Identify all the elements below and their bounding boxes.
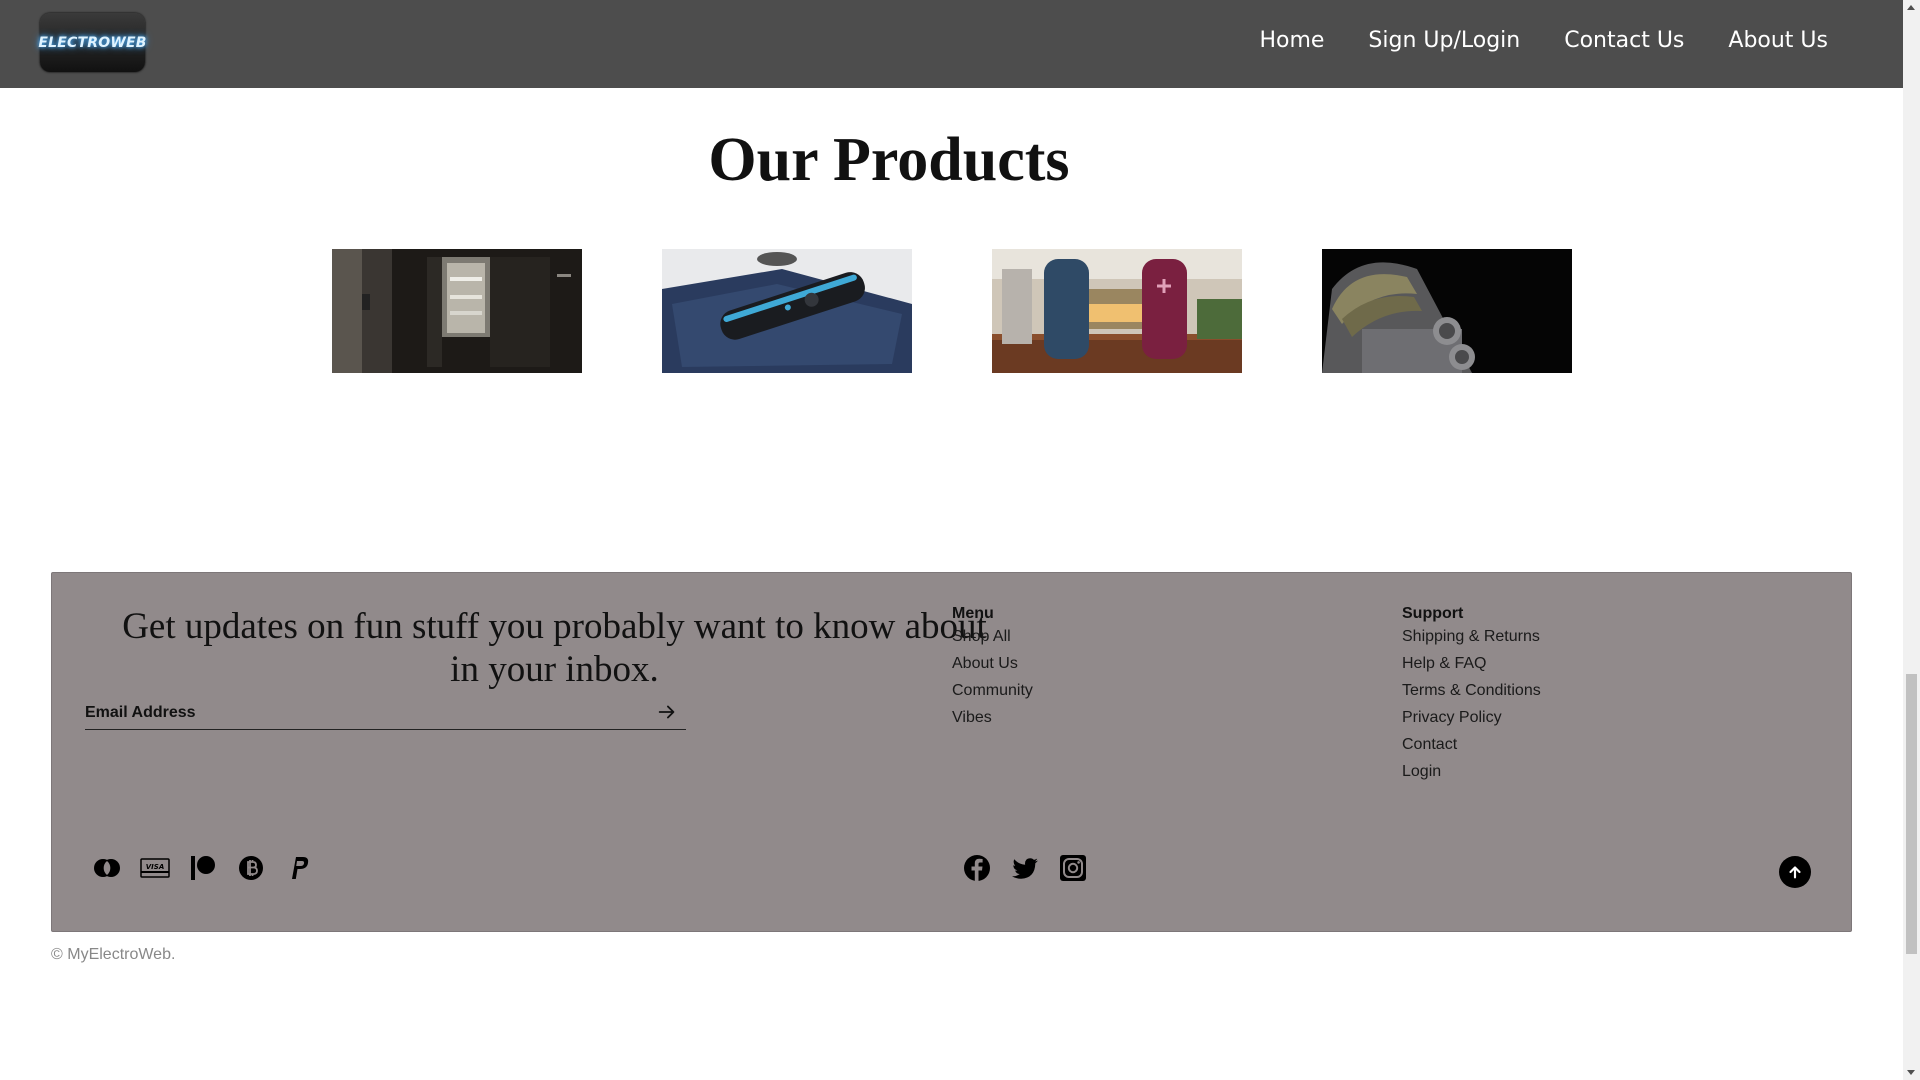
svg-text:VISA: VISA (146, 863, 164, 871)
menu-link-shop-all[interactable]: Shop All (952, 623, 1033, 650)
menu-heading: Menu (952, 605, 994, 622)
bitcoin-icon (236, 853, 266, 883)
nav-contact-link[interactable]: Contact Us (1564, 24, 1684, 58)
products-title: Our Products (708, 126, 1070, 194)
support-link-terms[interactable]: Terms & Conditions (1402, 677, 1541, 704)
top-navbar: ELECTROWEB Home Sign Up/Login Contact Us… (0, 0, 1903, 88)
product-card-trimmer[interactable] (662, 249, 912, 373)
logo-text: ELECTROWEB (38, 34, 147, 51)
email-input[interactable] (85, 699, 645, 727)
back-to-top-button[interactable] (1779, 856, 1811, 888)
newsletter-heading: Get updates on fun stuff you probably wa… (122, 606, 987, 690)
patreon-icon (188, 853, 218, 883)
scrollbar-thumb[interactable] (1906, 674, 1917, 954)
site-logo[interactable]: ELECTROWEB (38, 13, 147, 72)
refrigerator-photo (332, 249, 582, 373)
product-card-speakers[interactable] (992, 249, 1242, 373)
trimmer-photo (662, 249, 912, 373)
product-card-refrigerator[interactable] (332, 249, 582, 373)
nav-signup-login-link[interactable]: Sign Up/Login (1368, 24, 1520, 58)
page-scrollbar[interactable] (1903, 0, 1920, 1080)
arrow-up-icon (1789, 866, 1801, 879)
menu-link-community[interactable]: Community (952, 677, 1033, 704)
support-link-shipping[interactable]: Shipping & Returns (1402, 623, 1541, 650)
copyright-text: © MyElectroWeb. (51, 946, 176, 963)
instagram-icon[interactable] (1058, 853, 1088, 883)
footer: Get updates on fun stuff you probably wa… (51, 572, 1852, 932)
footer-menu-column: Menu Shop All About Us Community Vibes (952, 605, 1033, 731)
microphone-photo (1322, 249, 1572, 373)
newsletter-form (85, 699, 686, 730)
support-heading: Support (1402, 605, 1464, 622)
payment-icons: VISA (92, 853, 332, 883)
support-link-contact[interactable]: Contact (1402, 731, 1541, 758)
visa-icon: VISA (140, 853, 170, 883)
footer-support-column: Support Shipping & Returns Help & FAQ Te… (1402, 605, 1541, 785)
main-nav: Home Sign Up/Login Contact Us About Us (1215, 24, 1828, 58)
support-link-privacy[interactable]: Privacy Policy (1402, 704, 1541, 731)
menu-link-about-us[interactable]: About Us (952, 650, 1033, 677)
product-card-microphone[interactable] (1322, 249, 1572, 373)
support-link-login[interactable]: Login (1402, 758, 1541, 785)
speakers-photo (992, 249, 1242, 373)
facebook-icon[interactable] (962, 853, 992, 883)
mastercard-icon (92, 853, 122, 883)
social-icons (962, 853, 1106, 883)
paypal-icon (284, 853, 314, 883)
submit-arrow-icon[interactable] (656, 701, 678, 723)
nav-about-link[interactable]: About Us (1728, 24, 1828, 58)
menu-link-vibes[interactable]: Vibes (952, 704, 1033, 731)
scroll-down-arrow-icon[interactable] (1907, 1070, 1915, 1075)
scroll-up-arrow-icon[interactable] (1907, 5, 1915, 10)
support-link-help-faq[interactable]: Help & FAQ (1402, 650, 1541, 677)
nav-home-link[interactable]: Home (1259, 24, 1324, 58)
twitter-icon[interactable] (1010, 853, 1040, 883)
